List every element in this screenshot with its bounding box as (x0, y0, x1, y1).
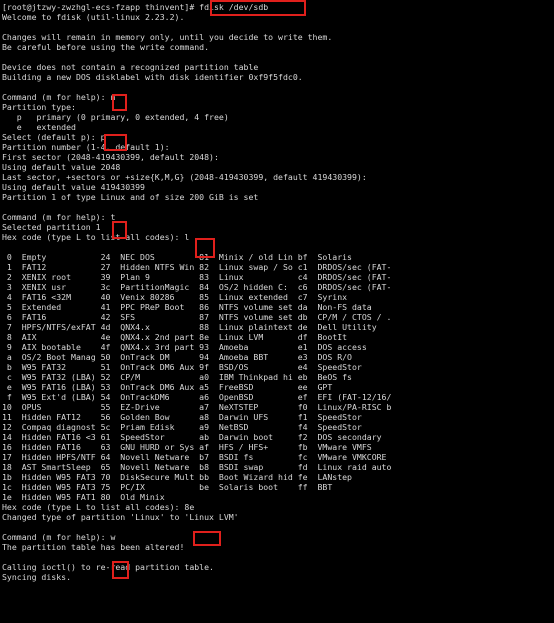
terminal-line: Be careful before using the write comman… (2, 42, 210, 52)
terminal-line: 14 Hidden FAT16 <3 61 SpeedStor ab Darwi… (2, 432, 382, 442)
terminal-line: e W95 FAT16 (LBA) 53 OnTrack DM6 Aux a5 … (2, 382, 333, 392)
terminal-line: [root@jtzwy-zwzhgl-ecs-fzapp thinvent]# … (2, 2, 269, 12)
terminal-line: 4 FAT16 <32M 40 Venix 80286 85 Linux ext… (2, 292, 348, 302)
highlight-input-8e (193, 531, 221, 546)
terminal-line: 1b Hidden W95 FAT3 70 DiskSecure Mult bb… (2, 472, 352, 482)
terminal-line: 0 Empty 24 NEC DOS 81 Minix / old Lin bf… (2, 252, 352, 262)
terminal-line: 18 AST SmartSleep 65 Novell Netware b8 B… (2, 462, 392, 472)
terminal-line: Welcome to fdisk (util-linux 2.23.2). (2, 12, 185, 22)
terminal-line: Partition number (1-4, default 1): (2, 142, 170, 152)
terminal-line: 11 Hidden FAT12 56 Golden Bow a8 Darwin … (2, 412, 362, 422)
terminal-line: 8 AIX 4e QNX4.x 2nd part 8e Linux LVM df… (2, 332, 348, 342)
terminal-line: Selected partition 1 (2, 222, 101, 232)
terminal-line: Last sector, +sectors or +size{K,M,G} (2… (2, 172, 367, 182)
terminal-line: 17 Hidden HPFS/NTF 64 Novell Netware b7 … (2, 452, 387, 462)
terminal-line: 3 XENIX usr 3c PartitionMagic 84 OS/2 hi… (2, 282, 392, 292)
terminal-line: 1 FAT12 27 Hidden NTFS Win 82 Linux swap… (2, 262, 392, 272)
terminal-line: Partition type: (2, 102, 76, 112)
terminal-line: Changed type of partition 'Linux' to 'Li… (2, 512, 239, 522)
terminal-line: p primary (0 primary, 0 extended, 4 free… (2, 112, 229, 122)
terminal-line: a OS/2 Boot Manag 50 OnTrack DM 94 Amoeb… (2, 352, 352, 362)
terminal-line: 5 Extended 41 PPC PReP Boot 86 NTFS volu… (2, 302, 372, 312)
terminal-line: Changes will remain in memory only, unti… (2, 32, 333, 42)
terminal-line: First sector (2048-419430399, default 20… (2, 152, 219, 162)
terminal-line: 7 HPFS/NTFS/exFAT 4d QNX4.x 88 Linux pla… (2, 322, 377, 332)
terminal-line: The partition table has been altered! (2, 542, 185, 552)
terminal-line: 1e Hidden W95 FAT1 80 Old Minix (2, 492, 165, 502)
terminal-line: Device does not contain a recognized par… (2, 62, 259, 72)
terminal-line: 12 Compaq diagnost 5c Priam Edisk a9 Net… (2, 422, 362, 432)
terminal-line: Command (m for help): n (2, 92, 116, 102)
terminal-line: 2 XENIX root 39 Plan 9 83 Linux c4 DRDOS… (2, 272, 392, 282)
terminal-line: e extended (2, 122, 76, 132)
terminal-line: b W95 FAT32 51 OnTrack DM6 Aux 9f BSD/OS… (2, 362, 362, 372)
terminal-line: Hex code (type L to list all codes): 8e (2, 502, 195, 512)
terminal-line: Command (m for help): w (2, 532, 116, 542)
terminal-line: 10 OPUS 55 EZ-Drive a7 NeXTSTEP f0 Linux… (2, 402, 392, 412)
terminal-line: 6 FAT16 42 SFS 87 NTFS volume set db CP/… (2, 312, 392, 322)
terminal-line: Hex code (type L to list all codes): l (2, 232, 190, 242)
terminal-line: Using default value 419430399 (2, 182, 145, 192)
terminal-line: Select (default p): p (2, 132, 106, 142)
terminal-line: c W95 FAT32 (LBA) 52 CP/M a0 IBM Thinkpa… (2, 372, 352, 382)
terminal-line: Building a new DOS disklabel with disk i… (2, 72, 303, 82)
terminal-line: Partition 1 of type Linux and of size 20… (2, 192, 259, 202)
terminal-line: 1c Hidden W95 FAT3 75 PC/IX be Solaris b… (2, 482, 333, 492)
terminal-line: 9 AIX bootable 4f QNX4.x 3rd part 93 Amo… (2, 342, 367, 352)
terminal-window[interactable]: [root@jtzwy-zwzhgl-ecs-fzapp thinvent]# … (0, 0, 554, 623)
terminal-line: Command (m for help): t (2, 212, 116, 222)
terminal-line: Syncing disks. (2, 572, 72, 582)
terminal-line: f W95 Ext'd (LBA) 54 OnTrackDM6 a6 OpenB… (2, 392, 392, 402)
terminal-line: Using default value 2048 (2, 162, 121, 172)
terminal-line: 16 Hidden FAT16 63 GNU HURD or Sys af HF… (2, 442, 372, 452)
terminal-line: Calling ioctl() to re-read partition tab… (2, 562, 214, 572)
